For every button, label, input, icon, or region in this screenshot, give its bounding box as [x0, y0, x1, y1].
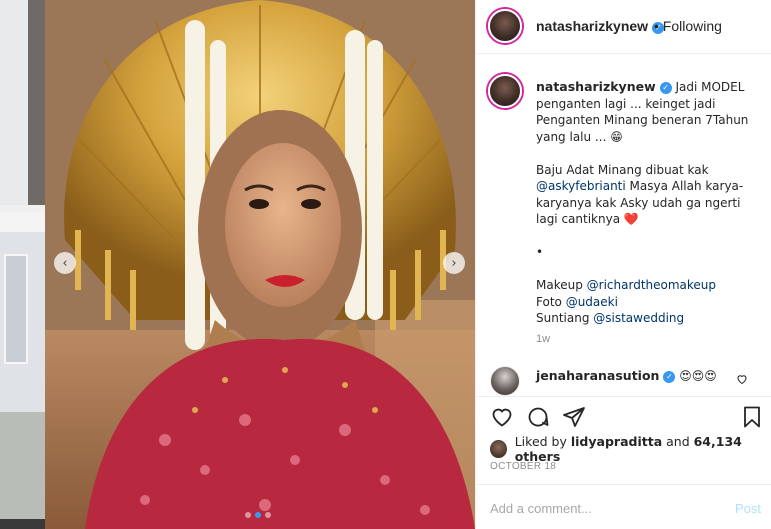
liker-avatar[interactable]: [490, 440, 507, 458]
post-date[interactable]: OCTOBER 18: [490, 461, 556, 472]
add-comment-bar: Post: [476, 484, 771, 529]
post-header: natasharizkynew ✓ • Following: [476, 0, 771, 54]
comment: jenaharanasution ✓ 😍😍😍: [536, 368, 717, 383]
carousel-dot: [265, 512, 271, 518]
verified-icon: ✓: [659, 82, 672, 94]
post-actions: Liked by lidyapraditta and 64,134 others…: [476, 396, 771, 529]
like-comment-heart-icon[interactable]: [736, 373, 748, 385]
next-photo-button[interactable]: ›: [443, 252, 465, 274]
background-image-top: [0, 0, 45, 205]
caption-timestamp[interactable]: 1w: [536, 333, 550, 345]
mention-link[interactable]: @udaeki: [566, 295, 618, 309]
liker-username[interactable]: lidyapraditta: [571, 434, 662, 449]
post-comment-button[interactable]: Post: [735, 501, 761, 516]
share-icon[interactable]: [562, 405, 586, 429]
follow-status[interactable]: • Following: [654, 18, 722, 34]
comment-text: 😍😍😍: [679, 369, 717, 383]
background-image-bottom: [0, 232, 45, 522]
verified-icon: ✓: [663, 371, 676, 383]
background-feed: [0, 0, 45, 529]
carousel-dot-active: [255, 512, 261, 518]
heart-emoji: ❤️: [623, 212, 639, 226]
chevron-right-icon: ›: [451, 255, 457, 271]
previous-photo-button[interactable]: ‹: [54, 252, 76, 274]
post-photo[interactable]: ‹ ›: [45, 0, 475, 529]
chevron-left-icon: ‹: [62, 255, 68, 271]
author-username[interactable]: natasharizkynew ✓: [536, 18, 665, 34]
comment-input[interactable]: [490, 497, 710, 519]
caption-username[interactable]: natasharizkynew: [536, 79, 656, 94]
bookmark-icon[interactable]: [740, 405, 764, 429]
commenter-avatar[interactable]: [490, 366, 520, 396]
heart-icon[interactable]: [490, 405, 514, 429]
avatar[interactable]: [488, 9, 522, 43]
carousel-indicator: [245, 512, 271, 518]
bride-illustration: [45, 0, 475, 529]
mention-link[interactable]: @richardtheomakeup: [587, 278, 716, 292]
caption-avatar[interactable]: [488, 74, 522, 108]
mention-link[interactable]: @sistawedding: [593, 311, 684, 325]
grin-emoji: 😁: [610, 129, 623, 144]
likes-summary: Liked by lidyapraditta and 64,134 others: [490, 434, 771, 464]
post-side-panel: natasharizkynew ✓ • Following natasharizk…: [475, 0, 771, 529]
comment-icon[interactable]: [526, 405, 550, 429]
post-caption: natasharizkynew ✓ Jadi MODEL penganten la…: [536, 79, 749, 325]
mention-link[interactable]: @askyfebrianti: [536, 179, 626, 193]
commenter-username[interactable]: jenaharanasution: [536, 368, 659, 383]
carousel-dot: [245, 512, 251, 518]
